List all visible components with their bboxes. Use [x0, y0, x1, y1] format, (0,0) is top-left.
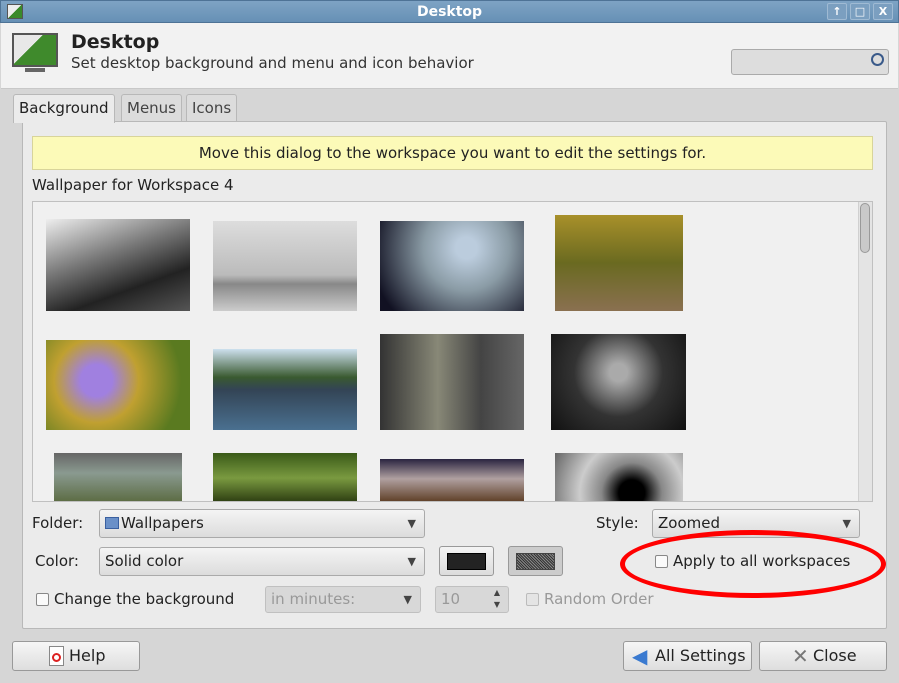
chevron-down-icon: ▼	[842, 517, 851, 530]
color-value: Solid color	[105, 552, 184, 570]
wallpaper-label: Wallpaper for Workspace 4	[32, 176, 234, 194]
style-label: Style:	[596, 514, 639, 532]
red-annotation-ellipse	[620, 530, 886, 598]
tab-label: Background	[19, 99, 109, 117]
folder-select[interactable]: Wallpapers ▼	[99, 509, 425, 538]
help-label: Help	[69, 646, 106, 665]
wallpaper-thumbnail[interactable]	[46, 219, 190, 311]
search-input[interactable]	[731, 49, 889, 75]
wallpaper-thumbnail[interactable]	[54, 453, 182, 501]
maximize-button[interactable]: □	[850, 3, 870, 20]
search-icon	[871, 53, 884, 66]
close-window-button[interactable]: X	[873, 3, 893, 20]
header-title: Desktop	[71, 31, 160, 53]
wallpaper-thumbnail[interactable]	[555, 215, 683, 311]
wallpaper-thumbnail[interactable]	[213, 349, 357, 430]
wallpaper-thumbnail[interactable]	[380, 221, 524, 311]
wallpaper-thumbnail[interactable]	[380, 459, 524, 501]
tab-background[interactable]: Background	[13, 94, 115, 123]
interval-spinbox[interactable]: 10 ▲ ▼	[435, 586, 509, 613]
style-value: Zoomed	[658, 514, 720, 532]
scrollbar-thumb[interactable]	[860, 203, 870, 253]
primary-color-button[interactable]	[439, 546, 494, 576]
arrow-left-icon: ◀	[632, 644, 648, 668]
wallpaper-thumbnail[interactable]	[213, 453, 357, 501]
desktop-monitor-icon	[12, 33, 58, 73]
color-label: Color:	[35, 552, 79, 570]
folder-value: Wallpapers	[121, 514, 204, 532]
change-background-checkbox[interactable]	[36, 593, 49, 606]
title-bar: Desktop ↑ □ X	[0, 0, 899, 23]
interval-value: in minutes:	[271, 590, 356, 608]
tab-icons[interactable]: Icons	[186, 94, 238, 122]
close-label: Close	[813, 646, 857, 665]
app-icon	[7, 4, 23, 19]
folder-label: Folder:	[32, 514, 84, 532]
interval-number: 10	[441, 590, 461, 608]
wallpaper-thumbnail[interactable]	[555, 453, 683, 501]
spin-arrows-icon: ▲ ▼	[493, 588, 500, 609]
wallpaper-thumbnail[interactable]	[551, 334, 686, 430]
wallpaper-thumbnail[interactable]	[213, 221, 357, 311]
help-button[interactable]: Help	[12, 641, 140, 671]
header: Desktop Set desktop background and menu …	[1, 23, 898, 89]
random-order-checkbox[interactable]	[526, 593, 539, 606]
secondary-color-button[interactable]	[508, 546, 563, 576]
interval-select[interactable]: in minutes: ▼	[265, 586, 421, 613]
header-subtitle: Set desktop background and menu and icon…	[71, 54, 474, 72]
wallpaper-thumbnail[interactable]	[46, 340, 190, 430]
all-settings-button[interactable]: ◀ All Settings	[623, 641, 752, 671]
wallpaper-grid[interactable]	[32, 201, 873, 502]
tab-label: Icons	[192, 99, 232, 117]
info-banner: Move this dialog to the workspace you wa…	[32, 136, 873, 170]
folder-icon	[105, 517, 119, 529]
chevron-down-icon: ▼	[403, 593, 412, 606]
keep-above-button[interactable]: ↑	[827, 3, 847, 20]
color-select[interactable]: Solid color ▼	[99, 547, 425, 576]
chevron-down-icon: ▼	[407, 517, 416, 530]
random-order-label: Random Order	[544, 590, 654, 608]
change-background-label: Change the background	[54, 590, 235, 608]
close-icon: ✕	[792, 644, 809, 668]
tab-label: Menus	[127, 99, 176, 117]
all-settings-label: All Settings	[655, 646, 746, 665]
close-button[interactable]: ✕ Close	[759, 641, 887, 671]
tab-menus[interactable]: Menus	[121, 94, 182, 122]
wallpaper-thumbnail[interactable]	[380, 334, 524, 430]
window-title: Desktop	[416, 4, 483, 20]
help-icon	[49, 646, 64, 666]
chevron-down-icon: ▼	[407, 555, 416, 568]
